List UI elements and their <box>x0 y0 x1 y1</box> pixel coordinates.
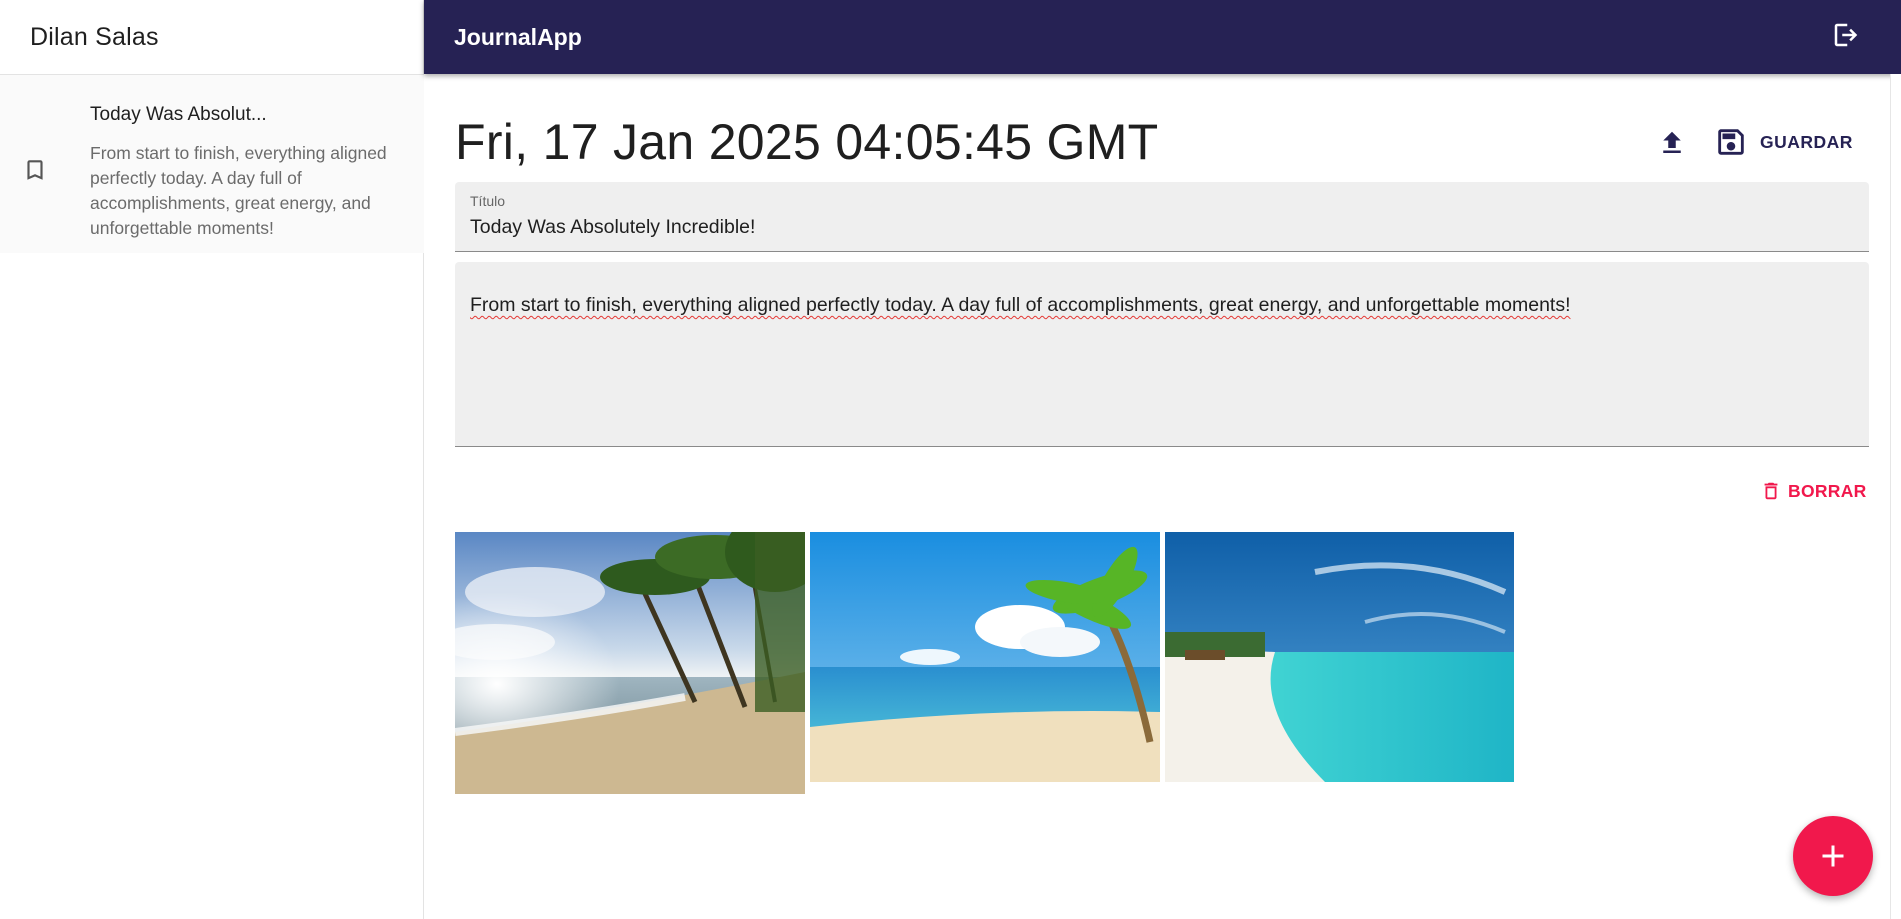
save-icon <box>1718 129 1744 155</box>
entry-preview: From start to finish, everything aligned… <box>90 143 387 238</box>
bookmark-icon <box>22 155 48 185</box>
entry-title: Today Was Absolut... <box>90 104 267 125</box>
add-entry-button[interactable] <box>1793 816 1873 896</box>
sidebar: Dilan Salas Today Was Absolut... From st… <box>0 0 424 919</box>
user-name: Dilan Salas <box>30 22 159 51</box>
title-input[interactable] <box>470 216 1850 239</box>
app-title: JournalApp <box>454 23 582 50</box>
beach-palm-tree-image <box>810 532 1160 782</box>
delete-button[interactable]: BORRAR <box>1760 476 1867 506</box>
save-label: GUARDAR <box>1760 131 1853 152</box>
beach-palms-sunset-image <box>455 532 805 794</box>
sidebar-entry[interactable]: Today Was Absolut... From start to finis… <box>0 75 424 253</box>
body-field[interactable]: From start to finish, everything aligned… <box>455 262 1869 447</box>
title-field-label: Título <box>470 193 506 209</box>
upload-icon <box>1663 131 1681 153</box>
plus-icon <box>1822 845 1844 867</box>
turquoise-beach-image <box>1165 532 1514 782</box>
trash-icon <box>1764 482 1778 500</box>
delete-label: BORRAR <box>1788 480 1867 501</box>
scrollbar[interactable] <box>1890 74 1901 919</box>
title-field[interactable]: Título <box>455 182 1869 252</box>
save-button[interactable]: GUARDAR <box>1714 120 1853 164</box>
sidebar-header: Dilan Salas <box>0 0 423 75</box>
note-date: Fri, 17 Jan 2025 04:05:45 GMT <box>455 114 1159 170</box>
body-textarea[interactable]: From start to finish, everything aligned… <box>470 294 1850 317</box>
app-bar: JournalApp <box>424 0 1901 74</box>
logout-icon[interactable] <box>1831 20 1861 50</box>
upload-button[interactable] <box>1655 126 1689 160</box>
